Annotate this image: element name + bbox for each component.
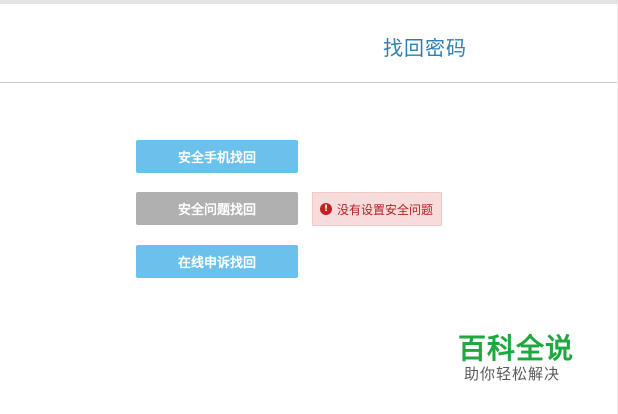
recover-by-question-button[interactable]: 安全问题找回 [136, 192, 298, 225]
watermark-brand: 百科全说 [458, 332, 575, 365]
error-text: 没有设置安全问题 [337, 202, 434, 217]
error-message: ! 没有设置安全问题 [312, 192, 442, 226]
recover-by-appeal-button[interactable]: 在线申诉找回 [136, 245, 298, 278]
recover-by-phone-button[interactable]: 安全手机找回 [136, 140, 298, 173]
page-title: 找回密码 [383, 36, 467, 60]
header: 找回密码 [0, 4, 618, 83]
recover-password-page: 找回密码 安全手机找回 安全问题找回 ! 没有设置安全问题 在线申诉找回 百科全… [0, 0, 618, 414]
exclamation-circle-icon: ! [320, 203, 332, 215]
watermark-slogan: 助你轻松解决 [464, 365, 561, 383]
